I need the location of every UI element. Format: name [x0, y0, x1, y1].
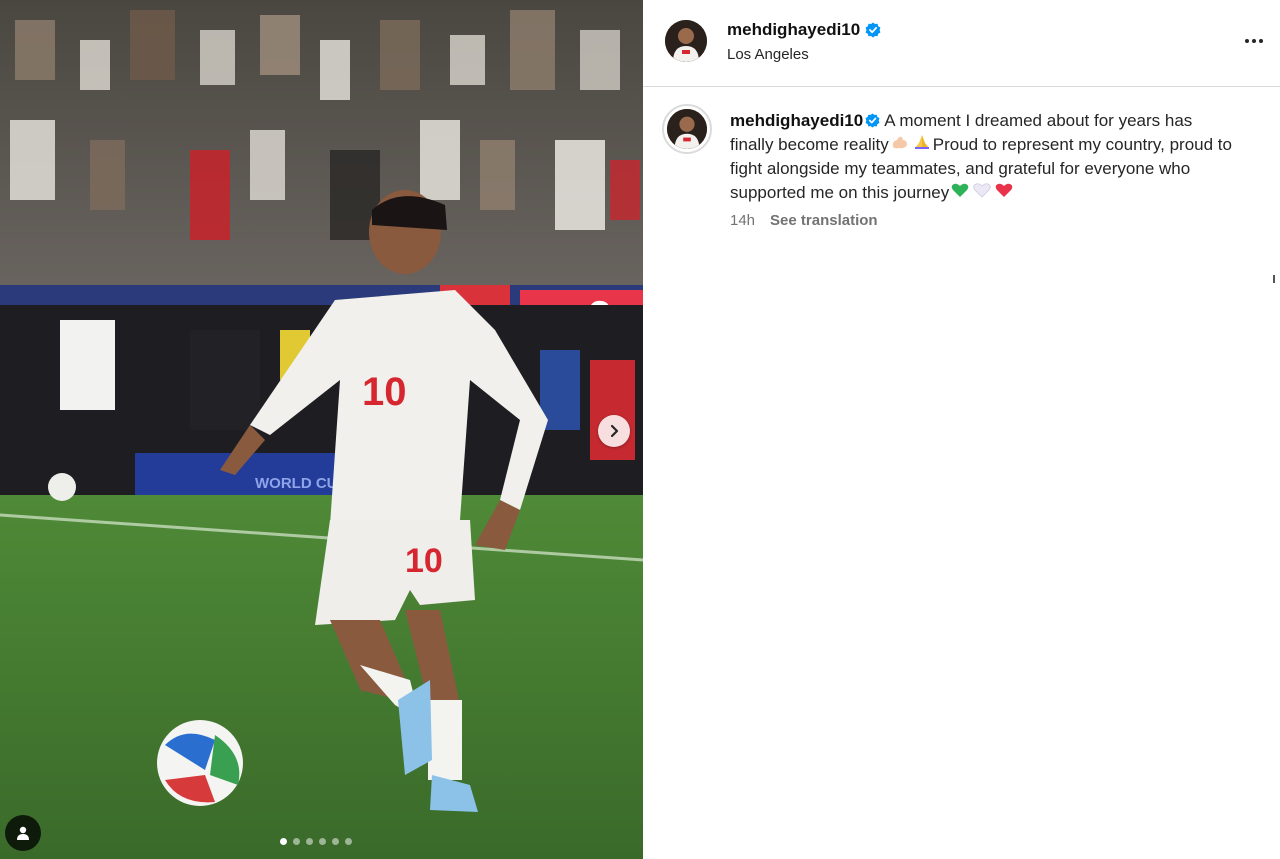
- white-heart-icon: [973, 183, 991, 198]
- carousel-dot: [306, 838, 313, 845]
- post-time[interactable]: 14h: [730, 212, 755, 229]
- caption-username[interactable]: mehdighayedi10: [730, 111, 863, 130]
- see-translation-button[interactable]: See translation: [770, 212, 878, 229]
- more-options-button[interactable]: [1241, 30, 1267, 52]
- flexed-biceps-icon: [892, 136, 907, 149]
- post-info-panel: mehdighayedi10 Los Angeles mehdighayedi1…: [643, 0, 1280, 859]
- folded-hands-icon: [914, 135, 929, 149]
- verified-badge-icon: [865, 22, 881, 38]
- post-photo: 2 WORLD CUP 10 10: [0, 0, 643, 859]
- green-heart-icon: [951, 183, 969, 197]
- jersey-number: 10: [362, 370, 407, 414]
- shorts-number: 10: [405, 542, 443, 580]
- avatar[interactable]: [665, 20, 707, 62]
- verified-badge-icon: [865, 113, 880, 128]
- avatar: [667, 109, 707, 149]
- carousel-dot: [319, 838, 326, 845]
- person-tag-icon: [17, 826, 29, 840]
- carousel-indicator: [280, 838, 352, 845]
- username-link[interactable]: mehdighayedi10: [727, 20, 860, 40]
- carousel-dot: [293, 838, 300, 845]
- next-slide-button[interactable]: [598, 415, 630, 447]
- more-horizontal-icon: [1245, 39, 1249, 43]
- caption-avatar[interactable]: [662, 104, 712, 154]
- red-heart-icon: [995, 183, 1013, 197]
- location-link[interactable]: Los Angeles: [727, 46, 809, 63]
- chevron-right-icon: [610, 424, 619, 438]
- post-header: mehdighayedi10 Los Angeles: [643, 0, 1280, 87]
- carousel-dot-active: [280, 838, 287, 845]
- caption-meta: 14h See translation: [730, 212, 878, 229]
- scrollbar[interactable]: [1273, 275, 1275, 283]
- carousel-dot: [345, 838, 352, 845]
- caption-text: mehdighayedi10 A moment I dreamed about …: [730, 109, 1240, 205]
- carousel-dot: [332, 838, 339, 845]
- ball: [157, 720, 243, 806]
- tagged-people-button[interactable]: [5, 815, 41, 851]
- post-media[interactable]: 2 WORLD CUP 10 10: [0, 0, 643, 859]
